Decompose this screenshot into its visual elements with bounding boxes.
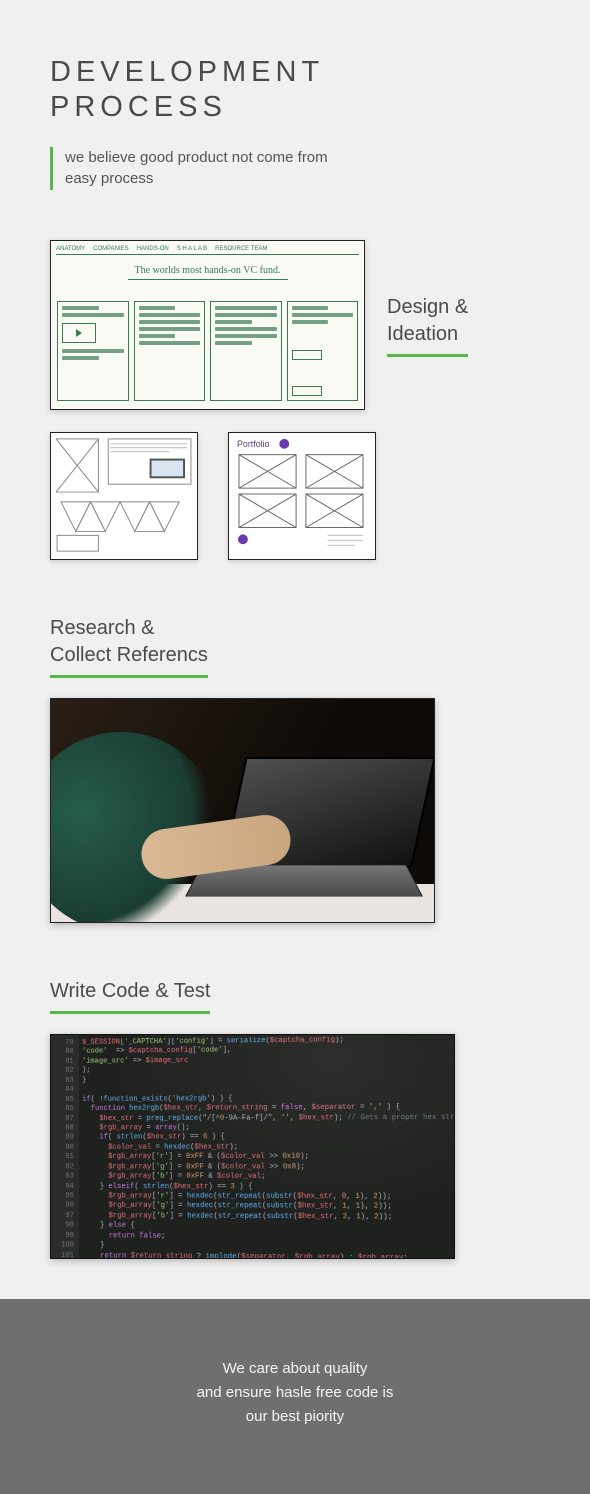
title-line2: PROCESS	[50, 91, 227, 123]
title-line1: DEVELOPMENT	[50, 56, 324, 88]
sketch-nav-item: S H A L A B	[177, 246, 207, 252]
design-heading-l2: Ideation	[387, 323, 458, 345]
page-title: DEVELOPMENT PROCESS	[50, 55, 540, 125]
sketch-nav-item: ANATOMY	[56, 246, 85, 252]
wireframe2-title: Portfolio	[237, 439, 270, 449]
research-heading: Research & Collect Referencs	[50, 615, 208, 678]
design-heading-wrap: Design & Ideation	[387, 294, 468, 357]
sketch-subtitle: The worlds most hands-on VC fund.	[51, 265, 364, 280]
footer-line3: our best piority	[40, 1405, 550, 1429]
sketch-nav-item: COMPANIES	[93, 246, 129, 252]
research-photo	[50, 698, 435, 923]
design-heading: Design & Ideation	[387, 294, 468, 357]
section-research: Research & Collect Referencs	[50, 615, 540, 923]
code-heading: Write Code & Test	[50, 978, 210, 1014]
tagline: we believe good product not come from ea…	[50, 147, 350, 191]
footer-banner: We care about quality and ensure hasle f…	[0, 1299, 590, 1494]
sketch-nav-item: RESOURCE TEAM	[215, 246, 267, 252]
sketch-wireframe-image: ANATOMY COMPANIES HANDS-ON S H A L A B R…	[50, 240, 365, 410]
sketch-nav-item: HANDS-ON	[137, 246, 169, 252]
design-heading-l1: Design &	[387, 296, 468, 318]
footer-line2: and ensure hasle free code is	[40, 1381, 550, 1405]
code-screenshot: 79 $_SESSION['_CAPTCHA']['config'] = ser…	[50, 1034, 455, 1259]
wireframe-thumb-2: Portfolio	[228, 432, 376, 560]
wireframe-thumb-1	[50, 432, 198, 560]
research-heading-l1: Research &	[50, 617, 155, 639]
footer-line1: We care about quality	[40, 1357, 550, 1381]
research-heading-l2: Collect Referencs	[50, 644, 208, 666]
section-code: Write Code & Test 79 $_SESSION['_CAPTCHA…	[50, 978, 540, 1259]
section-design: ANATOMY COMPANIES HANDS-ON S H A L A B R…	[50, 240, 540, 560]
